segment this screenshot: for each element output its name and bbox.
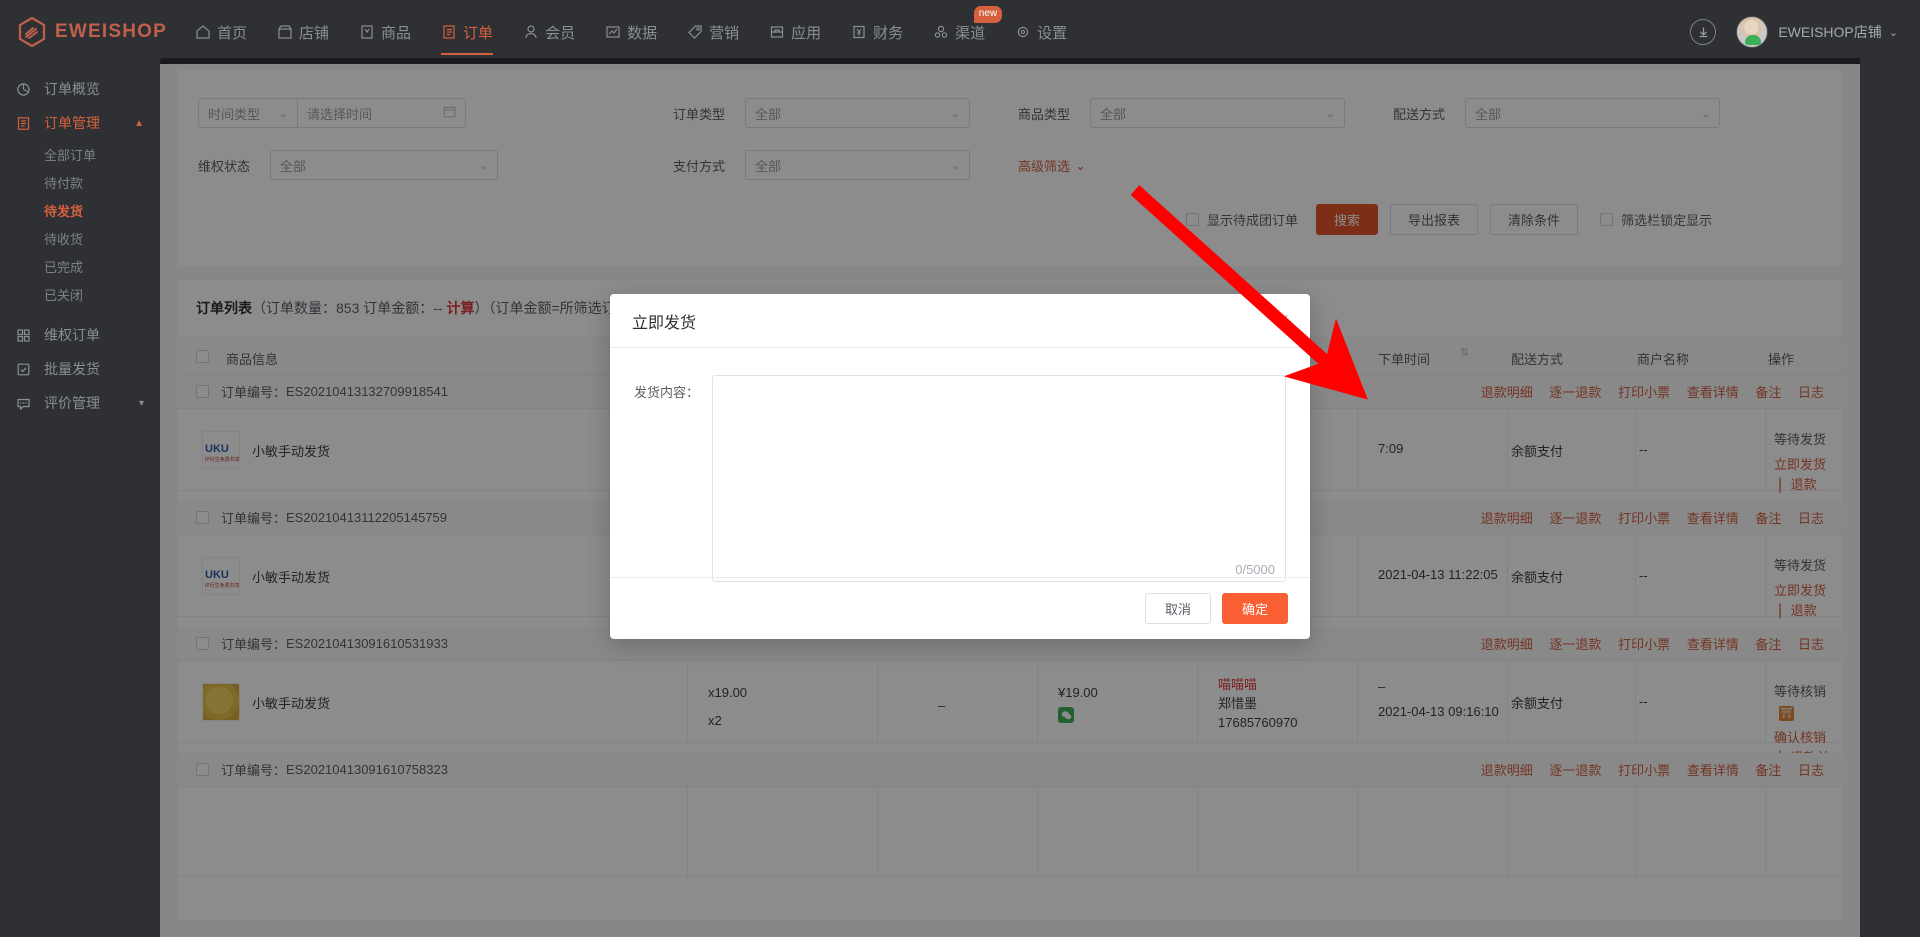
- chart-icon: [605, 24, 621, 40]
- finance-icon: [851, 24, 867, 40]
- pie-icon: [16, 82, 36, 97]
- rights-icon: [16, 328, 36, 343]
- order-list-icon: [16, 116, 36, 131]
- sidebar-subitem-closed[interactable]: 已关闭: [0, 280, 160, 308]
- hexagon-logo-icon: [18, 17, 46, 47]
- sidebar-subitem-completed[interactable]: 已完成: [0, 252, 160, 280]
- cancel-button[interactable]: 取消: [1145, 593, 1211, 624]
- sidebar-subitem-label: 待付款: [44, 173, 83, 192]
- sidebar-item-label: 批量发货: [44, 359, 100, 379]
- app-root: EWEISHOP 首页 店铺 商品: [0, 0, 1920, 937]
- sidebar-item-order-overview[interactable]: 订单概览: [0, 72, 160, 106]
- sidebar-subitem-label: 已完成: [44, 257, 83, 276]
- apps-icon: [769, 24, 785, 40]
- order-icon: [441, 24, 457, 40]
- nav-item-data[interactable]: 数据: [590, 0, 672, 64]
- dialog-header: 立即发货 ✕: [610, 294, 1310, 348]
- sidebar-subitem-label: 待收货: [44, 229, 83, 248]
- nav-label: 渠道: [955, 22, 985, 43]
- sidebar-item-rights-orders[interactable]: 维权订单: [0, 318, 160, 352]
- dialog-footer: 取消 确定: [610, 577, 1310, 639]
- sidebar-item-order-management[interactable]: 订单管理 ▲: [0, 106, 160, 140]
- nav-item-home[interactable]: 首页: [180, 0, 262, 64]
- nav-label: 设置: [1037, 22, 1067, 43]
- home-icon: [195, 24, 211, 40]
- shop-icon: [277, 24, 293, 40]
- batch-ship-icon: [16, 362, 36, 377]
- sidebar-subitem-pending-shipment[interactable]: 待发货: [0, 196, 160, 224]
- nav-item-apps[interactable]: 应用: [754, 0, 836, 64]
- download-icon[interactable]: [1690, 19, 1716, 45]
- close-icon[interactable]: ✕: [1276, 312, 1290, 329]
- sidebar: 订单概览 订单管理 ▲ 全部订单 待付款 待发货 待收货 已完成 已关闭: [0, 64, 160, 937]
- sidebar-item-batch-shipment[interactable]: 批量发货: [0, 352, 160, 386]
- tag-icon: [687, 24, 703, 40]
- brand-name: EWEISHOP: [55, 21, 167, 43]
- nav-label: 首页: [217, 22, 247, 43]
- nav-label: 商品: [381, 22, 411, 43]
- top-navigation-bar: EWEISHOP 首页 店铺 商品: [0, 0, 1920, 64]
- gear-icon: [1015, 24, 1031, 40]
- sidebar-item-label: 维权订单: [44, 325, 100, 345]
- chevron-down-icon[interactable]: ⌄: [1889, 26, 1898, 39]
- character-counter: 0/5000: [1235, 562, 1275, 577]
- nav-label: 会员: [545, 22, 575, 43]
- member-icon: [523, 24, 539, 40]
- nav-item-member[interactable]: 会员: [508, 0, 590, 64]
- avatar[interactable]: [1736, 16, 1768, 48]
- new-badge: new: [974, 6, 1002, 23]
- nav-item-shop[interactable]: 店铺: [262, 0, 344, 64]
- top-right-area: EWEISHOP店铺 ⌄: [1690, 0, 1898, 64]
- nav-item-goods[interactable]: 商品: [344, 0, 426, 64]
- sidebar-item-label: 订单管理: [44, 113, 100, 133]
- dialog-title: 立即发货: [632, 309, 696, 333]
- sidebar-subitem-label: 全部订单: [44, 145, 96, 164]
- sidebar-item-review-management[interactable]: 评价管理 ▾: [0, 386, 160, 420]
- nav-label: 应用: [791, 22, 821, 43]
- textarea-wrapper: 0/5000: [712, 375, 1286, 587]
- nav-item-order[interactable]: 订单: [426, 0, 508, 64]
- nav-label: 数据: [627, 22, 657, 43]
- sidebar-item-label: 评价管理: [44, 393, 100, 413]
- channel-icon: [933, 24, 949, 40]
- chevron-up-icon: ▲: [134, 118, 144, 129]
- brand-logo-area[interactable]: EWEISHOP: [18, 17, 168, 47]
- sidebar-subitem-pending-receipt[interactable]: 待收货: [0, 224, 160, 252]
- sidebar-subitem-pending-payment[interactable]: 待付款: [0, 168, 160, 196]
- top-nav-items: 首页 店铺 商品 订单: [180, 0, 1082, 64]
- dialog-body: 发货内容： 0/5000: [610, 348, 1310, 587]
- sidebar-subitem-all-orders[interactable]: 全部订单: [0, 140, 160, 168]
- nav-label: 财务: [873, 22, 903, 43]
- shop-name: EWEISHOP店铺: [1778, 22, 1881, 42]
- nav-label: 订单: [463, 22, 493, 43]
- nav-item-finance[interactable]: 财务: [836, 0, 918, 64]
- confirm-button[interactable]: 确定: [1222, 593, 1288, 624]
- nav-item-channel[interactable]: 渠道 new: [918, 0, 1000, 64]
- nav-label: 营销: [709, 22, 739, 43]
- nav-item-settings[interactable]: 设置: [1000, 0, 1082, 64]
- nav-label: 店铺: [299, 22, 329, 43]
- comment-icon: [16, 396, 36, 411]
- ship-now-dialog: 立即发货 ✕ 发货内容： 0/5000 取消 确定: [610, 294, 1310, 639]
- shipping-content-textarea[interactable]: [712, 375, 1286, 582]
- sidebar-subitem-label: 已关闭: [44, 285, 83, 304]
- chevron-down-icon: ▾: [139, 398, 144, 409]
- goods-icon: [359, 24, 375, 40]
- nav-item-marketing[interactable]: 营销: [672, 0, 754, 64]
- shipping-content-label: 发货内容：: [634, 375, 712, 587]
- sidebar-subitem-label: 待发货: [44, 201, 83, 220]
- sidebar-item-label: 订单概览: [44, 79, 100, 99]
